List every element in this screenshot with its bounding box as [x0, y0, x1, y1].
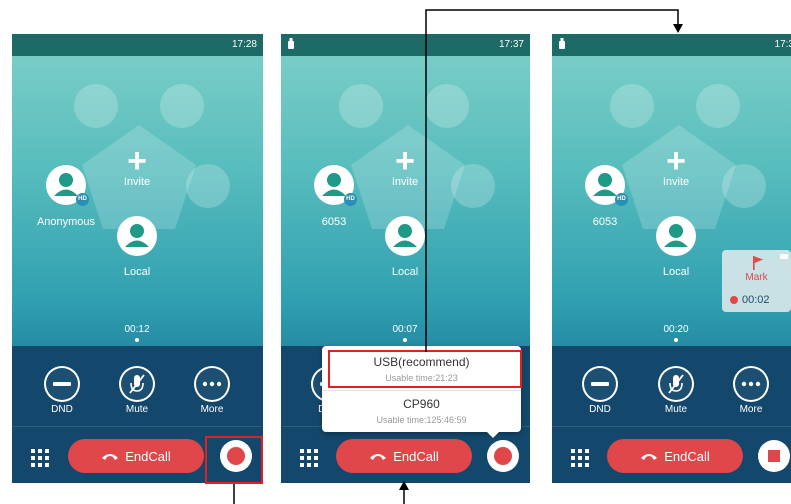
arrowhead-icon	[673, 24, 683, 33]
flow-arrows	[233, 9, 683, 504]
arrowhead-icon	[399, 481, 409, 490]
usb-to-screen3-arrow	[425, 9, 679, 352]
